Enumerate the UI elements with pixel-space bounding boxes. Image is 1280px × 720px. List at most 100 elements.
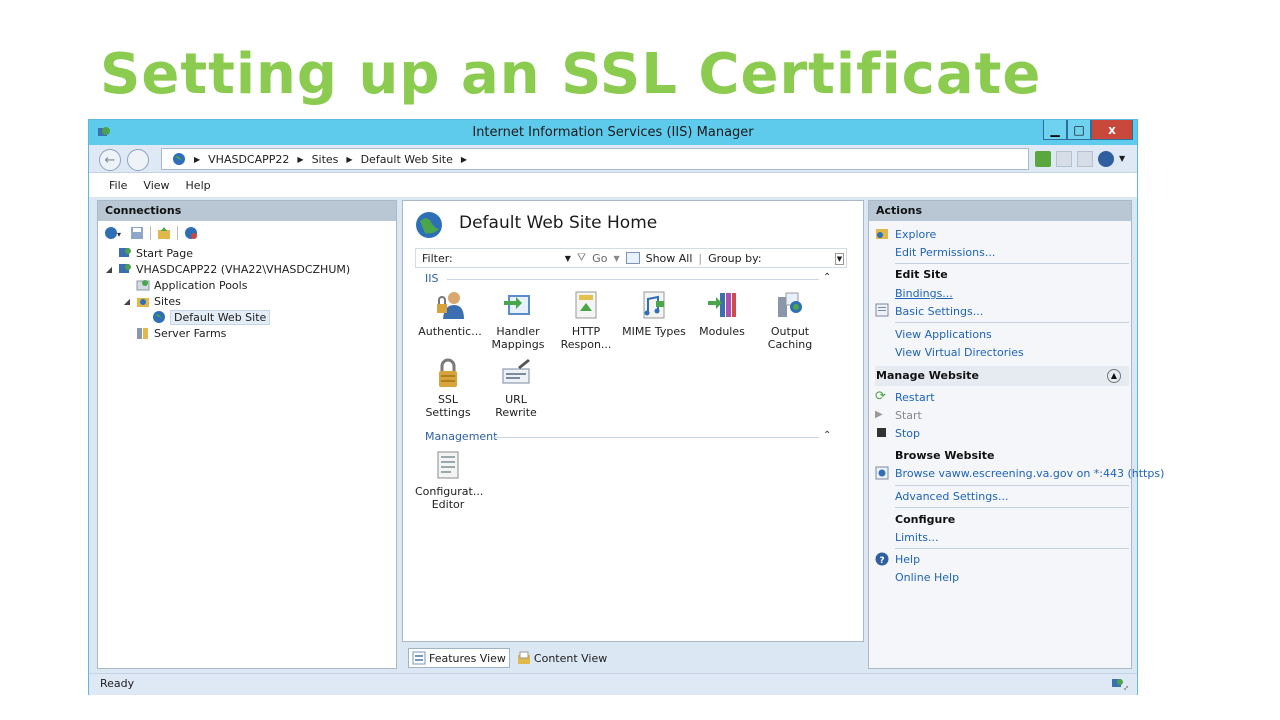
minimize-button[interactable]: ▁ xyxy=(1043,120,1067,140)
tree-item-sites[interactable]: ◢ Sites xyxy=(122,293,181,309)
feature-modules[interactable]: Modules xyxy=(689,289,755,338)
expand-arrow-icon[interactable]: ◢ xyxy=(122,297,132,306)
feature-url-rewrite[interactable]: URL Rewrite xyxy=(483,357,549,419)
tree-item-label: VHASDCAPP22 (VHA22\VHASDCZHUM) xyxy=(136,262,351,276)
group-by-label[interactable]: Group by: xyxy=(708,252,761,265)
maximize-button[interactable]: □ xyxy=(1067,120,1091,140)
tree-item-start-page[interactable]: Start Page xyxy=(118,245,193,261)
title-bar: Internet Information Services (IIS) Mana… xyxy=(89,120,1137,145)
feature-label: SSL Settings xyxy=(425,393,471,419)
feature-label: Respon... xyxy=(560,338,612,351)
feature-mime-types[interactable]: MIME Types xyxy=(621,289,687,338)
section-configure: Configure xyxy=(895,513,956,526)
tree-item-default-web-site[interactable]: Default Web Site xyxy=(152,309,271,325)
group-header-management: Management xyxy=(425,430,498,443)
menu-view[interactable]: View xyxy=(143,179,169,192)
tree-item-server-farms[interactable]: Server Farms xyxy=(136,325,226,341)
section-divider xyxy=(895,507,1129,508)
section-divider xyxy=(895,322,1129,323)
action-restart[interactable]: Restart xyxy=(895,391,935,404)
scroll-down-icon[interactable]: ▼ xyxy=(835,253,844,265)
breadcrumb-arrow-icon: ▶ xyxy=(194,154,201,164)
action-edit-permissions[interactable]: Edit Permissions... xyxy=(895,246,995,259)
back-button[interactable]: ← xyxy=(99,149,121,171)
action-help[interactable]: Help xyxy=(895,553,920,566)
show-all-icon xyxy=(625,252,640,264)
action-view-applications[interactable]: View Applications xyxy=(895,328,992,341)
menu-file[interactable]: File xyxy=(109,179,127,192)
feature-label: Caching xyxy=(767,338,813,351)
close-button[interactable]: x xyxy=(1091,120,1133,140)
feature-configuration-editor[interactable]: Configurat... Editor xyxy=(415,449,483,511)
stop-square-icon xyxy=(875,426,889,440)
home-icon[interactable] xyxy=(1077,151,1093,167)
svg-text:?: ? xyxy=(879,556,884,566)
action-explore[interactable]: Explore xyxy=(895,228,936,241)
breadcrumb-server[interactable]: VHASDCAPP22 xyxy=(208,153,289,166)
action-view-virtual-directories[interactable]: View Virtual Directories xyxy=(895,346,1024,359)
output-caching-icon xyxy=(778,292,802,317)
server-icon xyxy=(119,264,131,273)
show-all-button[interactable]: Show All xyxy=(646,252,693,265)
browse-icon xyxy=(875,466,889,480)
tree-item-application-pools[interactable]: Application Pools xyxy=(136,277,247,293)
menu-help[interactable]: Help xyxy=(186,179,211,192)
up-folder-icon[interactable] xyxy=(157,226,171,240)
save-icon[interactable] xyxy=(130,226,144,240)
help-icon[interactable] xyxy=(1098,151,1114,167)
feature-output-caching[interactable]: Output Caching xyxy=(757,289,823,351)
view-tabs: Features View Content View xyxy=(408,648,610,668)
feature-authentication[interactable]: Authentic... xyxy=(417,289,483,338)
section-divider xyxy=(895,485,1129,486)
collapse-section-icon[interactable]: ▲ xyxy=(1107,369,1121,383)
forward-button[interactable] xyxy=(127,149,149,171)
breadcrumb-sites[interactable]: Sites xyxy=(312,153,339,166)
tree-item-label: Application Pools xyxy=(154,278,248,292)
action-basic-settings[interactable]: Basic Settings... xyxy=(895,305,983,318)
feature-http-response[interactable]: HTTP Respon... xyxy=(553,289,619,351)
tab-content-view[interactable]: Content View xyxy=(514,648,610,668)
action-advanced-settings[interactable]: Advanced Settings... xyxy=(895,490,1008,503)
action-online-help[interactable]: Online Help xyxy=(895,571,959,584)
feature-label: Editor xyxy=(431,498,465,511)
tab-features-view[interactable]: Features View xyxy=(408,648,510,668)
mime-types-icon xyxy=(643,291,665,319)
http-response-icon xyxy=(575,291,597,319)
feature-label: Handler xyxy=(496,325,540,338)
stop-icon[interactable] xyxy=(1056,151,1072,167)
tree-item-label: Sites xyxy=(154,294,181,308)
action-limits[interactable]: Limits... xyxy=(895,531,939,544)
chevron-down-icon[interactable]: ▼ xyxy=(565,254,571,263)
features-panel: Default Web Site Home Filter: ▼ ⛛ Go ▼ S… xyxy=(402,200,864,642)
go-button[interactable]: Go xyxy=(592,252,607,265)
breadcrumb-default-web-site[interactable]: Default Web Site xyxy=(361,153,453,166)
group-header-iis: IIS xyxy=(425,272,439,285)
start-page-icon xyxy=(119,248,131,257)
expand-arrow-icon[interactable]: ◢ xyxy=(104,265,114,274)
section-manage-website[interactable]: Manage Website ▲ xyxy=(875,366,1129,386)
start-play-icon: ▶ xyxy=(875,409,883,420)
url-rewrite-icon xyxy=(502,359,530,384)
refresh-icon[interactable] xyxy=(1035,151,1051,167)
connect-globe-icon[interactable]: ▾ xyxy=(104,226,124,240)
feature-ssl-settings[interactable]: SSL Settings xyxy=(415,357,481,419)
menu-bar: File View Help xyxy=(89,173,1137,197)
breadcrumb[interactable]: ▶ VHASDCAPP22 ▶ Sites ▶ Default Web Site… xyxy=(161,148,1029,170)
feature-handler-mappings[interactable]: Handler Mappings xyxy=(485,289,551,351)
tree-item-server[interactable]: ◢ VHASDCAPP22 (VHA22\VHASDCZHUM) xyxy=(104,261,350,277)
collapse-group-icon[interactable]: ⌃ xyxy=(823,430,831,441)
action-bindings[interactable]: Bindings... xyxy=(895,287,953,300)
configuration-editor-icon xyxy=(437,451,459,479)
server-farms-icon xyxy=(137,328,148,339)
action-browse-https[interactable]: Browse vaww.escreening.va.gov on *:443 (… xyxy=(895,467,1164,480)
funnel-icon: ⛛ xyxy=(576,251,587,264)
action-stop[interactable]: Stop xyxy=(895,427,920,440)
tree-item-label: Start Page xyxy=(136,246,193,260)
disconnect-icon[interactable] xyxy=(184,226,198,240)
chevron-down-icon[interactable]: ▼ xyxy=(613,254,619,263)
group-divider xyxy=(447,279,819,280)
collapse-group-icon[interactable]: ⌃ xyxy=(823,272,831,283)
feature-label: Modules xyxy=(699,325,745,338)
actions-panel: Actions Explore Edit Permissions... Edit… xyxy=(868,200,1164,669)
chevron-down-icon[interactable]: ▼ xyxy=(1119,151,1127,167)
